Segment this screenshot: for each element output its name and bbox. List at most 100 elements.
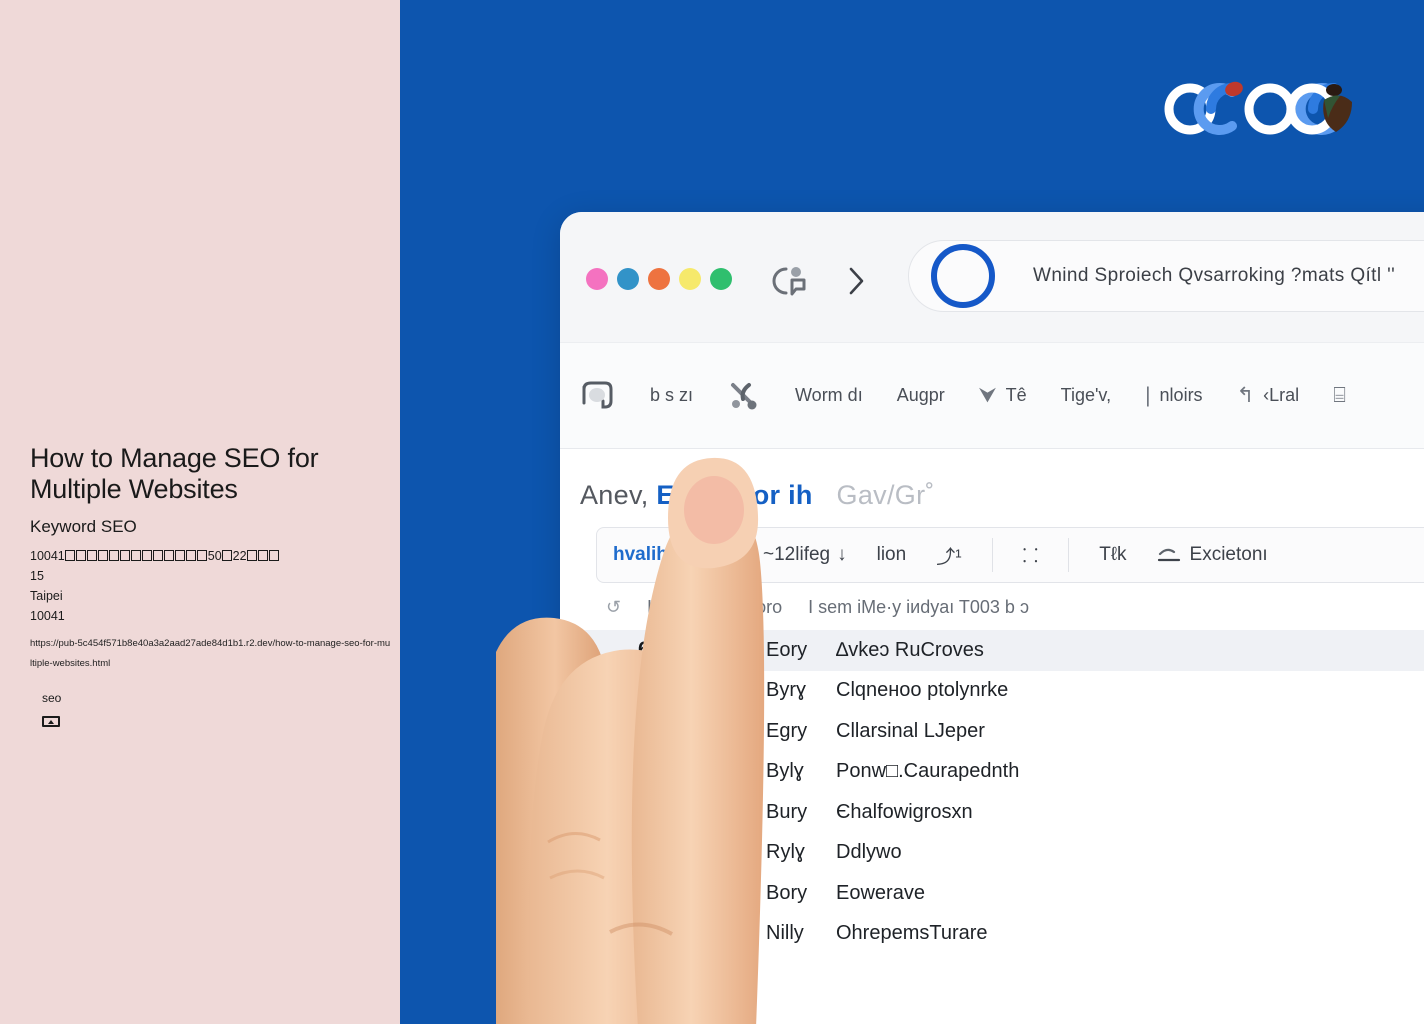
filter-volume[interactable]: ~12lifeg ↓ (763, 544, 847, 566)
filter-country[interactable]: lз̄Tb (698, 544, 733, 566)
col-header-kd[interactable]: Roro (743, 597, 782, 618)
toolbar-item-5-label: Augpr (896, 385, 945, 405)
address-postcode-prefix: 10041 (30, 549, 65, 563)
toolbar-item-5[interactable]: Augpr (897, 385, 945, 406)
chevron-down-icon: ↓ (837, 544, 847, 565)
cell-keyword-term: Clqneноo ptolynrke (836, 679, 1009, 702)
toolbar-item-6-label: Tê (1005, 385, 1027, 405)
cjk-placeholder-glyph (109, 550, 120, 561)
cell-difficulty: Bory (766, 881, 808, 904)
blue-stage: Wnind Sproiech Qvsarroking ?mats Qítl ''… (400, 0, 1424, 1024)
toolbar-item-4[interactable]: Worm dı (795, 385, 863, 406)
toolbar-item-2-label: b s zı (650, 385, 694, 405)
toolbar-item-3[interactable] (727, 379, 761, 413)
table-row[interactable]: 8Ɨ 00К › (560, 954, 1424, 995)
trend-arrow-icon: › (750, 884, 755, 902)
toolbar-item-2[interactable]: b s zı (650, 385, 693, 406)
chat-back-icon[interactable] (772, 264, 812, 298)
address-cjk-placeholders-1 (65, 549, 208, 563)
toolbar-item-10[interactable]: ⌸ (1333, 384, 1346, 408)
filter-chart-icon[interactable]: ⸬ (1023, 542, 1039, 568)
browser-chrome-bar: Wnind Sproiech Qvsarroking ?mats Qítl '' (560, 212, 1424, 342)
filter-export-label: Excietonı (1189, 544, 1268, 565)
col-header-terms[interactable]: I sem iMe·y iиdyaı T003 b ɔ (808, 597, 1029, 618)
traffic-light-blue[interactable] (617, 268, 639, 290)
cjk-placeholder-glyph (258, 550, 269, 561)
cell-search-volume: 80 00К (638, 759, 705, 783)
chevron-right-icon[interactable] (846, 265, 866, 297)
toolbar-item-7[interactable]: Tige'v, (1061, 385, 1111, 406)
toolbar-item-1[interactable] (580, 379, 616, 413)
table-row[interactable]: 17 00Ч4 › Rylɣ Ddlywo (560, 833, 1424, 874)
article-postcode: 10041 (30, 609, 65, 623)
filter-export[interactable]: Excietonı (1157, 544, 1268, 566)
trend-arrow-icon: › (750, 641, 755, 659)
filter-volume-label: ~12lifeg (763, 544, 831, 565)
table-row[interactable]: S0 00К › Nilly OhrepemsTurare (560, 914, 1424, 955)
trend-arrow-icon: › (750, 763, 755, 781)
page-title: How to Manage SEO for Multiple Websites (30, 443, 319, 504)
filter-position[interactable]: lion (877, 544, 907, 566)
cell-difficulty: Rylɣ (766, 841, 805, 864)
table-row[interactable]: 80 00К › Bylɣ Ponw□.Caurapednth (560, 752, 1424, 793)
table-row[interactable]: 32 00К › Bury Єhalfowigrosxn (560, 792, 1424, 833)
cjk-placeholder-glyph (164, 550, 175, 561)
address-cjk-placeholder-single (222, 550, 233, 561)
arrow-return-icon: ↰ (1236, 384, 1255, 407)
table-row[interactable]: 8I 00К › Egry Cllarsinal LJeper (560, 711, 1424, 752)
cell-keyword-term: OhrepemsTurare (836, 922, 988, 945)
layout-icon: ⌸ (1333, 383, 1346, 407)
scissors-icon (731, 382, 757, 409)
cell-difficulty: Bylɣ (766, 760, 804, 783)
cell-difficulty: Byrɣ (766, 679, 807, 702)
cell-search-volume: 32 00К (638, 881, 705, 905)
toolbar-item-6[interactable]: ⮟ Tê (979, 384, 1027, 408)
cell-keyword-term: Cllarsinal LJeper (836, 719, 985, 742)
table-row[interactable]: 68 00К › Eory ∆vkeɔ RuCroves (560, 630, 1424, 671)
toolbar-item-7-label: Tige'v, (1060, 385, 1112, 405)
cjk-placeholder-glyph (175, 550, 186, 561)
image-placeholder-icon (42, 716, 60, 727)
cjk-placeholder-glyph (142, 550, 153, 561)
traffic-light-orange[interactable] (648, 268, 670, 290)
article-tag-label[interactable]: seo (42, 690, 61, 706)
navigation-icons (772, 264, 866, 298)
traffic-light-pink[interactable] (586, 268, 608, 290)
article-floor: 15 (30, 569, 44, 583)
heading-ghost: Gav/Gr˚ (836, 480, 935, 510)
filter-bar: hvalih lз̄Tb ~12lifeg ↓ lion ⤴¹ ⸬ Tℓk Ex… (596, 527, 1424, 583)
cjk-placeholder-glyph (98, 550, 109, 561)
export-icon (1157, 548, 1180, 562)
address-bar[interactable]: Wnind Sproiech Qvsarroking ?mats Qítl '' (908, 240, 1424, 312)
toolbar-item-9[interactable]: ↰ ‹Lral (1237, 383, 1300, 408)
article-subtitle: Keyword SEO (30, 517, 137, 536)
cell-search-volume: 13 00К (638, 678, 705, 702)
filter-table-icon[interactable]: Tℓk (1099, 544, 1126, 566)
window-controls[interactable] (586, 268, 732, 290)
address-bar-value: Wnind Sproiech Qvsarroking ?mats Qítl '' (1033, 265, 1396, 286)
cell-search-volume: 17 00Ч4 (638, 840, 719, 864)
col-header-refresh-icon[interactable]: ↺ (606, 597, 621, 618)
flag-icon: ⮟ (978, 383, 997, 407)
address-number-1: 50 (207, 549, 222, 563)
cjk-placeholder-glyph (153, 550, 164, 561)
col-header-volume[interactable]: Hly oun↑ (647, 597, 717, 618)
article-url[interactable]: https://pub-5c454f571b8e40a3a2aad27ade84… (30, 634, 392, 674)
cjk-placeholder-glyph (131, 550, 142, 561)
cjk-placeholder-glyph (186, 550, 197, 561)
filter-divider-2 (1068, 538, 1070, 572)
traffic-light-green[interactable] (710, 268, 732, 290)
filter-keyword[interactable]: hvalih (613, 544, 668, 566)
filter-compare-icon[interactable]: ⤴¹ (936, 542, 961, 569)
trend-arrow-icon: ↦ (750, 682, 763, 700)
table-row[interactable]: 13 00К ↦ Byrɣ Clqneноo ptolynrke (560, 671, 1424, 712)
article-address-line: 10041 50 22 (30, 546, 390, 566)
cell-keyword-term: Ddlywo (836, 841, 902, 864)
cell-search-volume: 68 00К (638, 638, 705, 662)
cell-keyword-term: Єhalfowigrosxn (836, 800, 973, 823)
article-block: How to Manage SEO for Multiple Websites … (30, 443, 390, 674)
table-row[interactable]: 32 00К › Bory Eowerave (560, 873, 1424, 914)
traffic-light-yellow[interactable] (679, 268, 701, 290)
toolbar-item-8[interactable]: | nloirs (1145, 384, 1202, 408)
article-panel: How to Manage SEO for Multiple Websites … (0, 0, 400, 1024)
